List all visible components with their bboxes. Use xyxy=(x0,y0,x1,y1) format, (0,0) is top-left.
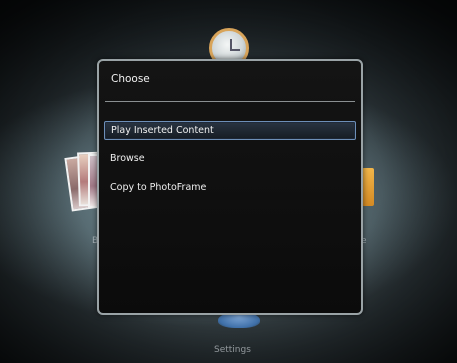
dialog-divider xyxy=(105,101,355,102)
folder-icon xyxy=(362,168,374,206)
photoframe-screen: Br e Settings Choose Play Inserted Conte… xyxy=(0,0,457,363)
menu-item-play-inserted-content[interactable]: Play Inserted Content xyxy=(104,121,356,140)
menu-item-copy-to-photoframe[interactable]: Copy to PhotoFrame xyxy=(104,179,356,198)
choose-dialog: Choose Play Inserted Content Browse Copy… xyxy=(97,59,363,315)
dialog-title: Choose xyxy=(111,73,150,85)
menu-item-browse[interactable]: Browse xyxy=(104,150,356,169)
background-label-settings: Settings xyxy=(214,345,251,355)
